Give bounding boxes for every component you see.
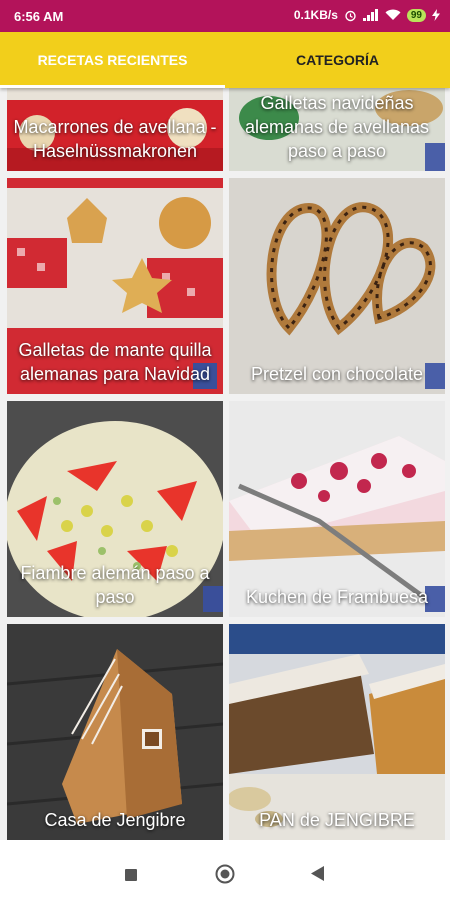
status-time: 6:56 AM [14,9,64,24]
recipe-card-fiambre-aleman[interactable]: Fiambre alemán paso a paso [7,401,223,617]
recents-button[interactable] [125,868,137,886]
recipe-title: PAN de JENGIBRE [259,810,415,830]
recipe-card-galletas-avellanas[interactable]: Galletas navideñas alemanas de avellanas… [229,88,445,171]
recipe-card-galletas-mantequilla[interactable]: Galletas de mante quilla alemanas para N… [7,178,223,394]
charging-icon [432,9,440,21]
alarm-icon [345,10,356,21]
recipe-title: Casa de Jengibre [44,810,186,830]
network-speed: 0.1KB/s [293,8,338,22]
status-bar: 6:56 AM 0.1KB/s 99 [0,0,450,32]
battery-icon: 99 [406,8,426,22]
recipe-title: Macarrones de avellana - Haselnüssmakron… [13,117,217,161]
recipe-title: Fiambre alemán paso a paso [20,563,210,607]
home-button[interactable] [215,864,235,889]
triangle-back-icon [311,866,324,881]
tab-recetas-recientes[interactable]: RECETAS RECIENTES [0,32,225,88]
tab-categoria[interactable]: CATEGORÍA [225,32,450,88]
recipe-title: Kuchen de Frambuesa [245,587,429,607]
recipe-card-macarrones[interactable]: Macarrones de avellana - Haselnüssmakron… [7,88,223,171]
wifi-icon [385,9,401,20]
recipe-title: Galletas navideñas alemanas de avellanas… [244,93,430,161]
navigation-bar [0,840,450,900]
tab-bar: RECETAS RECIENTES CATEGORÍA [0,32,450,88]
recipe-card-kuchen-frambuesa[interactable]: Kuchen de Frambuesa [229,401,445,617]
signal-icon [362,9,378,21]
recipe-title: Pretzel con chocolate [250,364,424,384]
recipe-title: Galletas de mante quilla alemanas para N… [18,340,212,384]
back-button[interactable] [311,866,324,886]
recipe-card-pretzel-chocolate[interactable]: Pretzel con chocolate [229,178,445,394]
recipe-card-pan-jengibre[interactable]: PAN de JENGIBRE [229,624,445,840]
circle-icon [215,864,235,884]
square-icon [125,869,137,881]
recipe-card-casa-jengibre[interactable]: Casa de Jengibre [7,624,223,840]
recipe-grid: Macarrones de avellana - Haselnüssmakron… [0,88,450,840]
